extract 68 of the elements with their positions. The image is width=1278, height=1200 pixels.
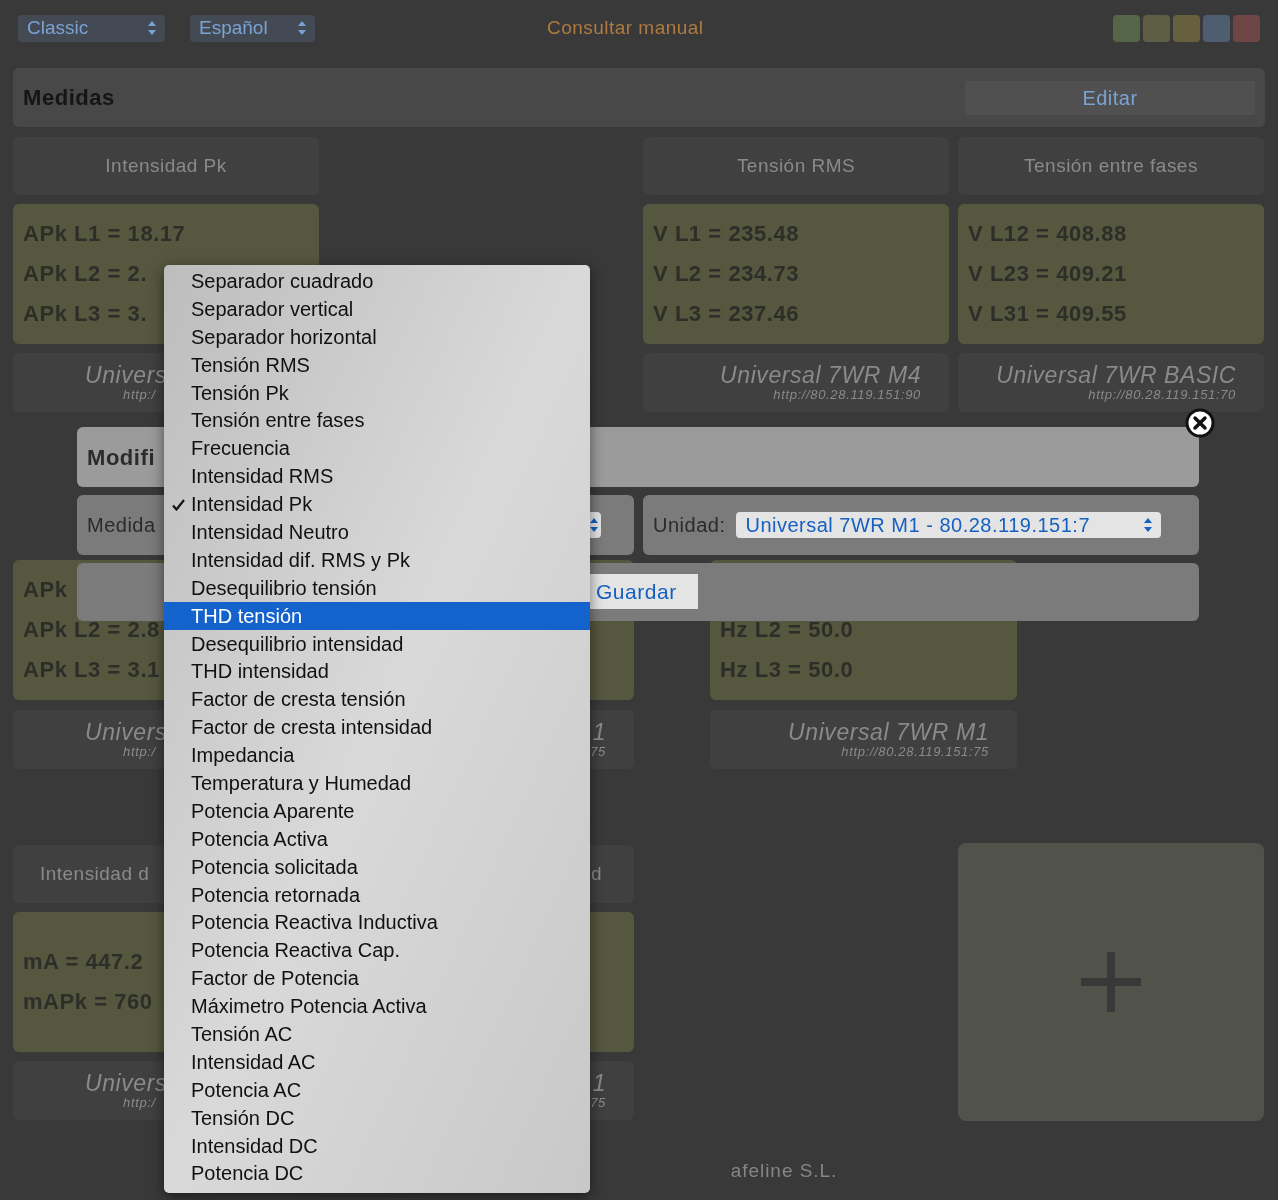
unit-name: 1 <box>592 719 606 744</box>
unit-url: http:/ <box>123 743 156 760</box>
unit-name: Univers <box>85 362 167 387</box>
menu-item[interactable]: Potencia AC <box>164 1075 590 1104</box>
theme-swatch[interactable] <box>1203 14 1230 42</box>
menu-item[interactable]: Frecuencia <box>164 434 590 463</box>
menu-item[interactable]: Separador horizontal <box>164 322 590 351</box>
unit-url: http://80.28.119.151:75 <box>841 743 989 760</box>
menu-item[interactable]: Tensión RMS <box>164 350 590 379</box>
theme-swatch[interactable] <box>1173 14 1200 42</box>
menu-item[interactable]: Potencia Reactiva Cap. <box>164 936 590 965</box>
unit-url: 75 <box>590 1094 606 1111</box>
menu-item[interactable]: Tensión Pk <box>164 378 590 407</box>
select-arrows-icon <box>298 21 306 35</box>
unit-url: http://80.28.119.151:90 <box>773 386 921 403</box>
menu-item[interactable]: Intensidad AC <box>164 1047 590 1076</box>
unit-name: 1 <box>592 1070 606 1095</box>
menu-item[interactable]: Tensión AC <box>164 1020 590 1048</box>
menu-item[interactable]: Factor de cresta tensión <box>164 685 590 714</box>
unit-label: Unidad: <box>653 513 726 538</box>
unit-url: http:/ <box>123 386 156 403</box>
theme-swatch[interactable] <box>1113 14 1140 42</box>
menu-item[interactable]: Desequilibrio intensidad <box>164 629 590 658</box>
unit-name: Universal 7WR M4 <box>720 362 921 387</box>
menu-item[interactable]: Separador cuadrado <box>164 267 590 295</box>
tile-header: Tensión RMS <box>643 137 949 195</box>
menu-item[interactable]: Intensidad DC <box>164 1131 590 1160</box>
unit-name: Univers <box>85 719 167 744</box>
menu-item[interactable]: Máximetro Potencia Activa <box>164 992 590 1021</box>
menu-item[interactable]: Intensidad RMS <box>164 462 590 491</box>
menu-item[interactable]: Intensidad Neutro <box>164 518 590 546</box>
unit-url: http://80.28.119.151:70 <box>1088 386 1236 403</box>
add-tile[interactable] <box>958 843 1264 1121</box>
menu-item[interactable]: Tensión DC <box>164 1103 590 1132</box>
unit-url: 75 <box>590 743 606 760</box>
select-arrows-icon <box>148 21 156 35</box>
select-arrows-icon <box>1144 518 1153 532</box>
menu-item[interactable]: Separador vertical <box>164 294 590 323</box>
modal-title: Modifi <box>87 443 156 472</box>
menu-item[interactable]: Factor de cresta intensidad <box>164 713 590 742</box>
unit-url: http:/ <box>123 1094 156 1111</box>
unit-name: Universal 7WR M1 <box>788 719 989 744</box>
menu-item[interactable]: THD intensidad <box>164 657 590 686</box>
theme-swatch[interactable] <box>1233 14 1260 42</box>
menu-item[interactable]: Factor de Potencia <box>164 964 590 993</box>
menu-item[interactable]: Desequilibrio tensión <box>164 573 590 602</box>
select-arrows-icon <box>590 518 598 532</box>
unit-select[interactable]: Universal 7WR M1 - 80.28.119.151:7 <box>736 512 1162 538</box>
check-icon <box>172 499 185 512</box>
menu-item[interactable]: Potencia Aparente <box>164 796 590 825</box>
menu-item[interactable]: Tensión entre fases <box>164 406 590 435</box>
close-icon[interactable] <box>1185 408 1215 438</box>
menu-item[interactable]: Intensidad Pk <box>164 490 590 518</box>
footer-text: afeline S.L. <box>730 1159 838 1183</box>
tile-header: Intensidad Pk <box>13 137 319 195</box>
menu-item[interactable]: Temperatura y Humedad <box>164 769 590 797</box>
save-button[interactable]: Guardar <box>590 574 698 609</box>
menu-item[interactable]: THD tensión <box>164 601 590 630</box>
plus-icon <box>1081 952 1141 1012</box>
menu-item[interactable]: Potencia DC <box>164 1159 590 1188</box>
unit-name: Universal 7WR BASIC <box>996 362 1236 387</box>
menu-item[interactable]: Impedancia <box>164 741 590 770</box>
theme-swatch[interactable] <box>1143 14 1170 42</box>
tile-header: Tensión entre fases <box>958 137 1264 195</box>
unit-name: Univers <box>85 1070 167 1095</box>
menu-item[interactable]: Potencia Reactiva Inductiva <box>164 908 590 937</box>
measure-label: Medida <box>87 513 156 538</box>
menu-item[interactable]: Intensidad dif. RMS y Pk <box>164 545 590 574</box>
